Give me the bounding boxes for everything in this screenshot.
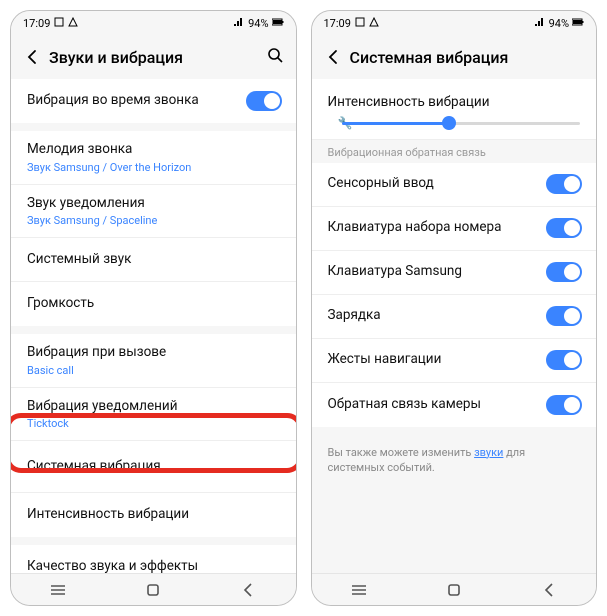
status-time: 17:09 — [324, 17, 351, 30]
status-bar: 17:09 94% — [312, 11, 597, 35]
row-toggle[interactable]: Зарядка — [312, 295, 597, 339]
slider-fill — [342, 122, 449, 125]
toggle-switch[interactable] — [546, 350, 582, 370]
row-label: Сенсорный ввод — [328, 175, 581, 193]
row-label: Интенсивность вибрации — [27, 506, 280, 524]
row-label: Качество звука и эффекты — [27, 558, 280, 573]
row-vibration-intensity[interactable]: Интенсивность вибрации 🔧 — [312, 79, 597, 140]
row-subtitle: Звук Samsung / Spaceline — [27, 214, 280, 227]
row-label: Звук уведомления — [27, 195, 280, 213]
phone-left: 17:09 94% Звуки и вибрация — [10, 10, 297, 606]
settings-list[interactable]: Вибрация во время звонка Мелодия звонка … — [11, 79, 296, 573]
status-icon — [369, 17, 379, 30]
battery-text: 94% — [248, 17, 268, 30]
row-label: Интенсивность вибрации — [328, 94, 490, 110]
row-ringtone[interactable]: Мелодия звонка Звук Samsung / Over the H… — [11, 131, 296, 185]
row-vibrate-on-call[interactable]: Вибрация во время звонка — [11, 79, 296, 123]
settings-list[interactable]: Интенсивность вибрации 🔧 Вибрационная об… — [312, 79, 597, 573]
footer-link[interactable]: звуки — [474, 446, 503, 459]
row-subtitle: Ticktock — [27, 417, 280, 430]
row-label: Клавиатура Samsung — [328, 263, 581, 281]
back-button[interactable] — [23, 49, 43, 65]
row-vibration-intensity[interactable]: Интенсивность вибрации — [11, 493, 296, 537]
row-label: Вибрация при вызове — [27, 344, 280, 362]
battery-text: 94% — [549, 17, 569, 30]
row-toggle[interactable]: Обратная связь камеры — [312, 383, 597, 427]
row-notification-sound[interactable]: Звук уведомления Звук Samsung / Spacelin… — [11, 185, 296, 239]
nav-back[interactable] — [228, 582, 268, 598]
row-label: Вибрация во время звонка — [27, 92, 280, 110]
footer-text: Вы также можете изменить — [328, 446, 475, 459]
status-time: 17:09 — [23, 17, 50, 30]
section-header: Вибрационная обратная связь — [312, 140, 597, 163]
row-call-vibration[interactable]: Вибрация при вызове Basic call — [11, 334, 296, 388]
title-bar: Звуки и вибрация — [11, 35, 296, 79]
search-button[interactable] — [266, 46, 284, 68]
nav-bar — [11, 573, 296, 605]
row-toggle[interactable]: Клавиатура набора номера — [312, 207, 597, 251]
row-notification-vibration[interactable]: Вибрация уведомлений Ticktock — [11, 388, 296, 442]
nav-home[interactable] — [133, 582, 173, 598]
intensity-slider[interactable]: 🔧 — [342, 122, 581, 125]
row-label: Системная вибрация — [27, 458, 280, 476]
status-bar: 17:09 94% — [11, 11, 296, 35]
status-icon — [68, 17, 78, 30]
row-label: Зарядка — [328, 307, 581, 325]
signal-icon — [534, 17, 546, 30]
nav-bar — [312, 573, 597, 605]
row-subtitle: Звук Samsung / Over the Horizon — [27, 161, 280, 174]
signal-icon — [233, 17, 245, 30]
row-label: Мелодия звонка — [27, 141, 280, 159]
toggle-switch[interactable] — [546, 174, 582, 194]
row-volume[interactable]: Громкость — [11, 282, 296, 326]
row-toggle[interactable]: Клавиатура Samsung — [312, 251, 597, 295]
row-label: Системный звук — [27, 251, 280, 269]
page-title: Системная вибрация — [350, 48, 509, 67]
back-button[interactable] — [324, 49, 344, 65]
row-label: Вибрация уведомлений — [27, 398, 280, 416]
nav-recents[interactable] — [38, 583, 78, 597]
nav-home[interactable] — [434, 582, 474, 598]
row-system-vibration[interactable]: Системная вибрация — [11, 441, 296, 493]
battery-icon — [272, 17, 284, 30]
row-sound-quality[interactable]: Качество звука и эффекты — [11, 545, 296, 573]
row-system-sound[interactable]: Системный звук — [11, 238, 296, 282]
row-subtitle: Basic call — [27, 364, 280, 377]
row-toggle[interactable]: Жесты навигации — [312, 339, 597, 383]
nav-recents[interactable] — [339, 583, 379, 597]
slider-thumb[interactable] — [442, 116, 456, 130]
phone-right: 17:09 94% Системная вибрация Интенсивнос… — [311, 10, 598, 606]
toggle-switch[interactable] — [546, 395, 582, 415]
row-label: Громкость — [27, 295, 280, 313]
status-icon — [54, 17, 64, 30]
row-toggle[interactable]: Сенсорный ввод — [312, 163, 597, 207]
nav-back[interactable] — [529, 582, 569, 598]
footer-note: Вы также можете изменить звуки для систе… — [312, 435, 597, 486]
row-label: Жесты навигации — [328, 351, 581, 369]
toggle-switch[interactable] — [546, 306, 582, 326]
row-label: Клавиатура набора номера — [328, 219, 581, 237]
row-label: Обратная связь камеры — [328, 396, 581, 414]
toggle-switch[interactable] — [246, 91, 282, 111]
status-icon — [355, 17, 365, 30]
toggle-switch[interactable] — [546, 218, 582, 238]
toggle-switch[interactable] — [546, 262, 582, 282]
battery-icon — [572, 17, 584, 30]
title-bar: Системная вибрация — [312, 35, 597, 79]
page-title: Звуки и вибрация — [49, 48, 183, 67]
